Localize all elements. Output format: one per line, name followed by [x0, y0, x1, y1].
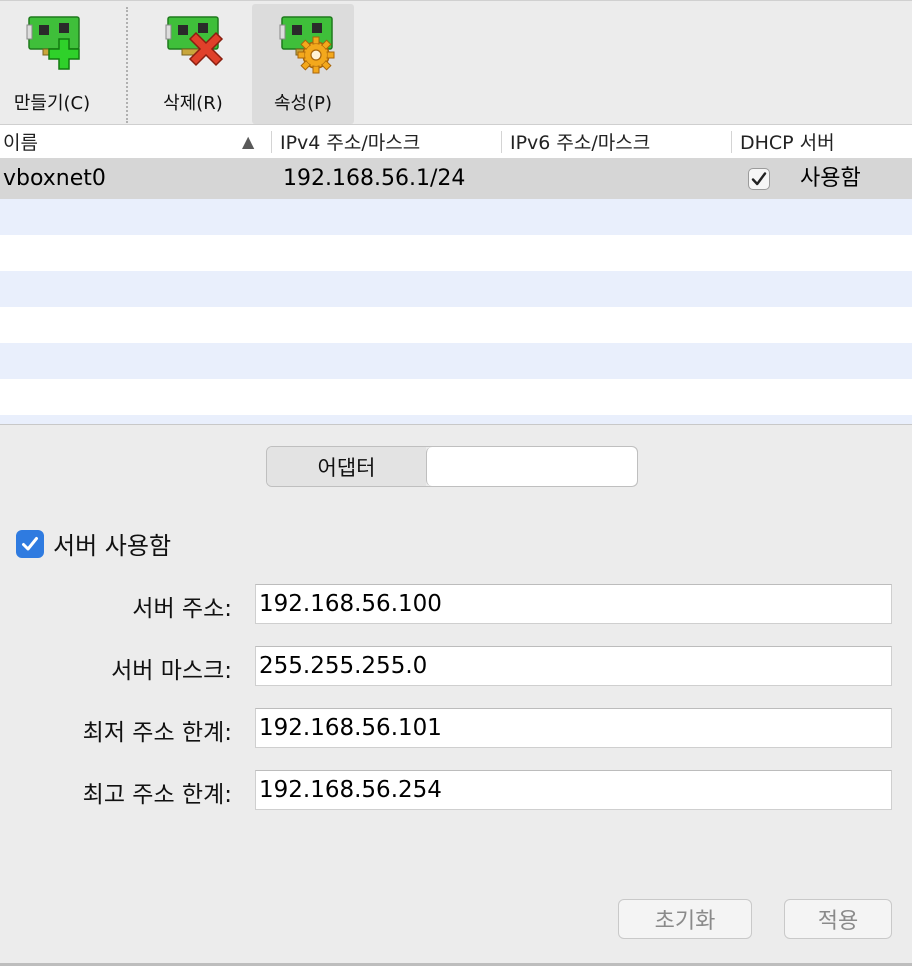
table-row-empty — [0, 415, 912, 424]
table-row-empty — [0, 379, 912, 415]
column-divider[interactable] — [501, 131, 502, 153]
lower-bound-field[interactable] — [255, 708, 892, 748]
table-row-empty — [0, 199, 912, 235]
table-row-empty — [0, 307, 912, 343]
table-row-empty — [0, 343, 912, 379]
table-row[interactable]: vboxnet0 192.168.56.1/24 사용함 — [0, 159, 912, 199]
dhcp-enabled-checkbox[interactable] — [748, 168, 770, 190]
network-add-icon — [26, 16, 80, 70]
upper-bound-label: 최고 주소 한계: — [82, 782, 232, 808]
checkmark-icon — [751, 172, 767, 186]
toolbar-separator — [126, 7, 128, 123]
lower-bound-label: 최저 주소 한계: — [82, 720, 232, 746]
toolbar: 만들기(C) 삭제(R) 속성(P) — [0, 0, 912, 125]
dhcp-status-cell: 사용함 — [800, 166, 861, 191]
apply-button[interactable]: 적용 — [784, 899, 892, 939]
create-button[interactable]: 만들기(C) — [0, 4, 104, 124]
column-header-name[interactable]: 이름 — [3, 125, 38, 159]
table-body: vboxnet0 192.168.56.1/24 사용함 — [0, 159, 912, 424]
delete-label: 삭제(R) — [163, 93, 223, 114]
ipv4-cell: 192.168.56.1/24 — [283, 166, 466, 191]
tab-adapter[interactable]: 어댑터 — [267, 447, 426, 486]
column-divider[interactable] — [271, 131, 272, 153]
reset-button[interactable]: 초기화 — [618, 899, 752, 939]
column-header-ipv4[interactable]: IPv4 주소/마스크 — [280, 125, 420, 159]
column-divider[interactable] — [731, 131, 732, 153]
network-remove-icon — [165, 16, 224, 67]
tab-bar: 어댑터 — [266, 446, 638, 487]
network-table: 이름 ▲ IPv4 주소/마스크 IPv6 주소/마스크 DHCP 서버 vbo… — [0, 124, 912, 424]
column-header-ipv6[interactable]: IPv6 주소/마스크 — [510, 125, 650, 159]
server-mask-field[interactable] — [255, 646, 892, 686]
enable-server-row[interactable]: 서버 사용함 — [16, 526, 171, 561]
enable-server-label: 서버 사용함 — [53, 532, 172, 560]
create-label: 만들기(C) — [13, 93, 91, 114]
table-header: 이름 ▲ IPv4 주소/마스크 IPv6 주소/마스크 DHCP 서버 — [0, 124, 912, 159]
table-row-empty — [0, 271, 912, 307]
properties-label: 속성(P) — [273, 93, 333, 114]
network-properties-icon — [279, 16, 335, 74]
sort-ascending-icon: ▲ — [242, 132, 255, 151]
checkmark-icon — [22, 536, 38, 550]
tab-dhcp-server[interactable] — [426, 447, 637, 486]
table-row-empty — [0, 235, 912, 271]
panel-divider — [0, 424, 912, 425]
upper-bound-field[interactable] — [255, 770, 892, 810]
server-address-label: 서버 주소: — [132, 596, 232, 622]
properties-button[interactable]: 속성(P) — [252, 4, 354, 124]
delete-button[interactable]: 삭제(R) — [151, 4, 235, 124]
network-name-cell: vboxnet0 — [3, 166, 106, 191]
server-mask-label: 서버 마스크: — [111, 658, 232, 684]
column-header-dhcp[interactable]: DHCP 서버 — [740, 125, 835, 159]
enable-server-checkbox[interactable] — [16, 529, 44, 558]
server-address-field[interactable] — [255, 584, 892, 624]
